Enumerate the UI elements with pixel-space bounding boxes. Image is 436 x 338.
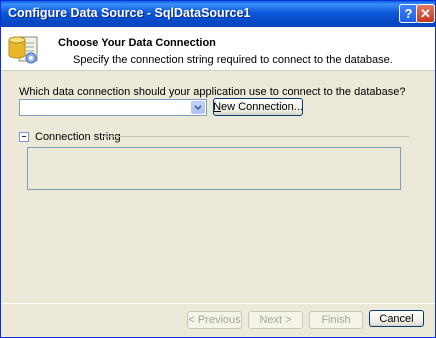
help-icon: ?: [404, 6, 413, 21]
page-title: Choose Your Data Connection: [58, 37, 216, 49]
footer-divider: [1, 303, 435, 304]
close-icon: ✕: [420, 5, 431, 21]
connection-question-label: Which data connection should your applic…: [19, 86, 406, 98]
dialog-window: Configure Data Source - SqlDataSource1 ?…: [0, 0, 436, 338]
page-description: Specify the connection string required t…: [73, 54, 393, 66]
new-connection-accesskey: N: [213, 101, 222, 113]
connection-string-label: Connection string: [35, 131, 121, 143]
window-title: Configure Data Source - SqlDataSource1: [8, 6, 251, 20]
database-wizard-icon: [8, 36, 38, 64]
dropdown-arrow-button[interactable]: [191, 101, 205, 114]
chevron-down-icon: [194, 104, 202, 110]
finish-button[interactable]: Finish: [309, 311, 363, 329]
title-bar[interactable]: Configure Data Source - SqlDataSource1 ?…: [1, 1, 435, 27]
connection-string-field[interactable]: [27, 147, 401, 190]
collapse-icon[interactable]: [19, 132, 29, 142]
group-divider: [103, 136, 409, 137]
new-connection-button[interactable]: New Connection...: [213, 98, 303, 116]
new-connection-label: ew Connection...: [221, 101, 303, 113]
cancel-button[interactable]: Cancel: [369, 310, 424, 327]
close-button[interactable]: ✕: [416, 4, 435, 23]
wizard-header: Choose Your Data Connection Specify the …: [1, 27, 435, 71]
connection-dropdown[interactable]: [19, 99, 207, 116]
next-button[interactable]: Next >: [248, 311, 303, 329]
previous-button[interactable]: < Previous: [187, 311, 242, 329]
